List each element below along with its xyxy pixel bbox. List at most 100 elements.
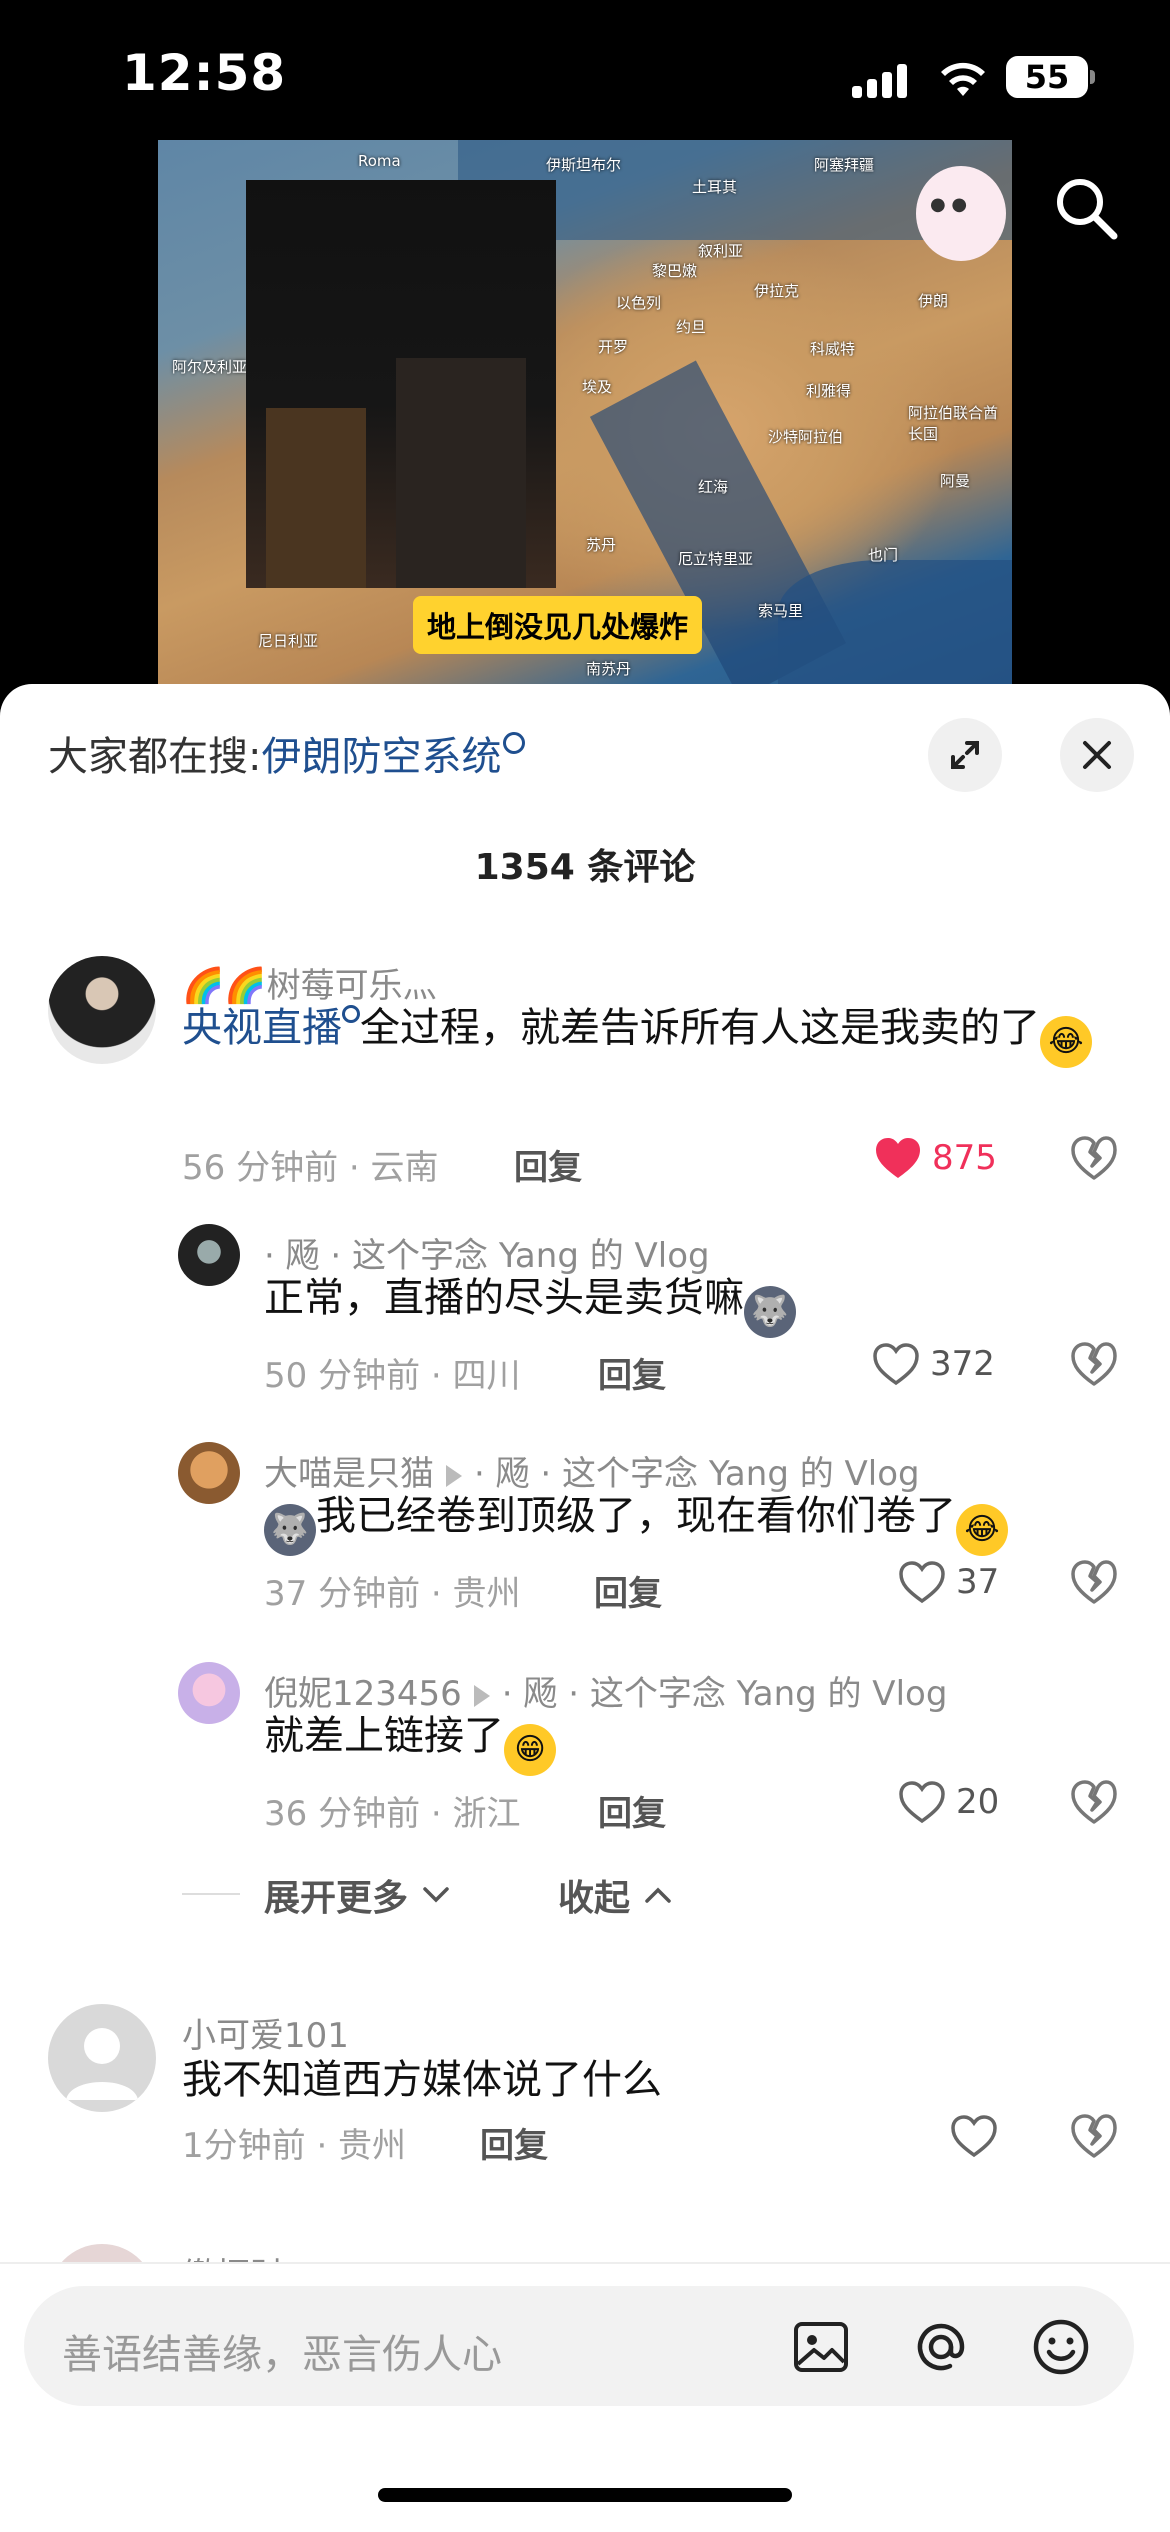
dislike-broken-heart-icon[interactable] [1070,1778,1118,1826]
map-label: 叙利亚 [698,242,744,260]
home-indicator[interactable] [378,2488,792,2502]
reply-meta: 50 分钟前 · 四川 [264,1356,521,1396]
dislike-broken-heart-icon[interactable] [1070,2112,1118,2160]
expand-more-label: 展开更多 [264,1878,409,1919]
map-label: 伊拉克 [754,282,800,300]
map-label: 阿尔及利亚 [172,358,248,376]
reply-button[interactable]: 回复 [598,1786,666,1835]
avatar-default[interactable] [48,2004,156,2112]
reply-meta: 36 分钟前 · 浙江 [264,1794,521,1834]
emoji-icon[interactable] [1030,2316,1092,2378]
reply-button[interactable]: 回复 [598,1348,666,1397]
laugh-cry-emoji-icon: 😂 [956,1504,1008,1556]
expand-button[interactable] [928,718,1002,792]
like-button[interactable]: 372 [872,1342,995,1386]
reply-meta: 37 分钟前 · 贵州 [264,1574,521,1614]
heart-outline-icon [873,1343,919,1386]
reply-text-body: 正常，直播的尽头是卖货嘛 [264,1275,744,1321]
avatar[interactable] [178,1224,240,1286]
comment-text: 央视直播 全过程，就差告诉所有人这是我卖的了 😂 [182,998,1132,1068]
video-caption: 地上倒没见几处爆炸 [413,596,703,654]
reply-button[interactable]: 回复 [480,2118,548,2167]
heart-outline-icon [899,1561,945,1604]
user-placeholder-icon [66,2028,138,2100]
divider [182,1893,240,1895]
cellular-signal-icon [852,60,914,98]
status-time: 12:58 [122,44,287,102]
grin-emoji-icon: 😁 [504,1724,556,1776]
like-button[interactable]: 20 [898,1780,999,1824]
comment-count: 1354 条评论 [474,847,696,888]
avatar[interactable] [48,956,156,1064]
like-button[interactable]: 875 [874,1136,997,1180]
search-icon [503,732,526,754]
image-icon[interactable] [790,2316,852,2378]
comment-meta: 56 分钟前 · 云南 [182,1148,439,1188]
comment-input[interactable]: 善语结善缘，恶言伤人心 [24,2286,1134,2406]
heart-outline-icon[interactable] [950,2114,998,2158]
expand-more-button[interactable]: 展开更多 [264,1869,451,1921]
map-label: 开罗 [598,338,629,356]
mascot-sticker [916,166,1006,261]
reply-button[interactable]: 回复 [594,1566,662,1615]
laugh-cry-emoji-icon: 😂 [1040,1016,1092,1068]
map-label: 以色列 [616,294,662,312]
like-count: 372 [930,1344,995,1384]
map-label: 苏丹 [586,536,617,554]
mention-at-icon[interactable] [910,2316,972,2378]
map-label: 伊朗 [918,292,949,310]
expand-icon [951,741,979,769]
chevron-down-icon [422,1887,449,1903]
reply-arrow-icon [473,1685,490,1707]
comment-meta: 1分钟前 · 贵州 [182,2126,407,2166]
wifi-icon [941,62,985,96]
reply-button[interactable]: 回复 [514,1140,582,1189]
husky-emoji-icon: 🐺 [264,1504,316,1556]
map-label: 科威特 [810,340,856,358]
battery-icon: 55 [1006,56,1095,98]
map-label: 埃及 [582,378,613,396]
video-inset-night-city [246,180,556,588]
collapse-label: 收起 [558,1878,631,1919]
heart-outline-icon [899,1781,945,1824]
avatar[interactable] [178,1442,240,1504]
dislike-broken-heart-icon[interactable] [1070,1340,1118,1388]
search-suggestion-prefix: 大家都在搜: [48,734,262,780]
dislike-broken-heart-icon[interactable] [1070,1558,1118,1606]
like-count: 37 [956,1562,1000,1602]
search-suggestion[interactable]: 大家都在搜:伊朗防空系统 [48,724,526,782]
search-suggestion-keyword[interactable]: 伊朗防空系统 [261,734,501,780]
map-label: 利雅得 [806,382,852,400]
map-label: 土耳其 [692,178,738,196]
collapse-button[interactable]: 收起 [558,1869,673,1921]
like-count: 20 [956,1782,1000,1822]
dislike-broken-heart-icon[interactable] [1070,1134,1118,1182]
map-label: 索马里 [758,602,804,620]
comment-sheet: 大家都在搜:伊朗防空系统 1354 条评论 🌈🌈树莓可乐灬 央视直播 全过程，就差… [0,684,1170,2532]
heart-filled-icon [876,1138,920,1178]
chevron-up-icon [644,1887,671,1903]
map-label: 厄立特里亚 [678,550,754,568]
status-bar: 12:58 55 [0,0,1170,140]
avatar[interactable] [178,1662,240,1724]
map-label: 也门 [868,546,899,564]
map-label: 阿拉伯联合酋长国 [908,404,999,443]
map-label: 黎巴嫩 [652,262,698,280]
replies-toggle-row: 展开更多 收起 [182,1869,782,1919]
reply-text: 正常，直播的尽头是卖货嘛 🐺 [264,1268,1124,1338]
like-button[interactable]: 37 [898,1560,999,1604]
map-label: 约旦 [676,318,707,336]
comment-keyword-link[interactable]: 央视直播 [182,1005,342,1051]
map-label: Roma [358,152,401,170]
comment-text: 我不知道西方媒体说了什么 [182,2057,662,2103]
reply-arrow-icon [446,1465,462,1487]
reply-text-body: 我已经卷到顶级了，现在看你们卷了 [316,1493,956,1539]
map-label: 阿曼 [940,472,971,490]
video-player[interactable]: Roma 土耳其 伊斯坦布尔 阿塞拜疆 叙利亚 黎巴嫩 伊拉克 以色列 约旦 伊… [158,140,1012,684]
comment-text-body: 全过程，就差告诉所有人这是我卖的了 [360,1005,1040,1051]
map-label: 沙特阿拉伯 [768,428,844,446]
close-icon [1083,741,1111,769]
map-label: 南苏丹 [586,660,632,678]
search-icon[interactable] [1050,172,1122,244]
close-button[interactable] [1060,718,1134,792]
